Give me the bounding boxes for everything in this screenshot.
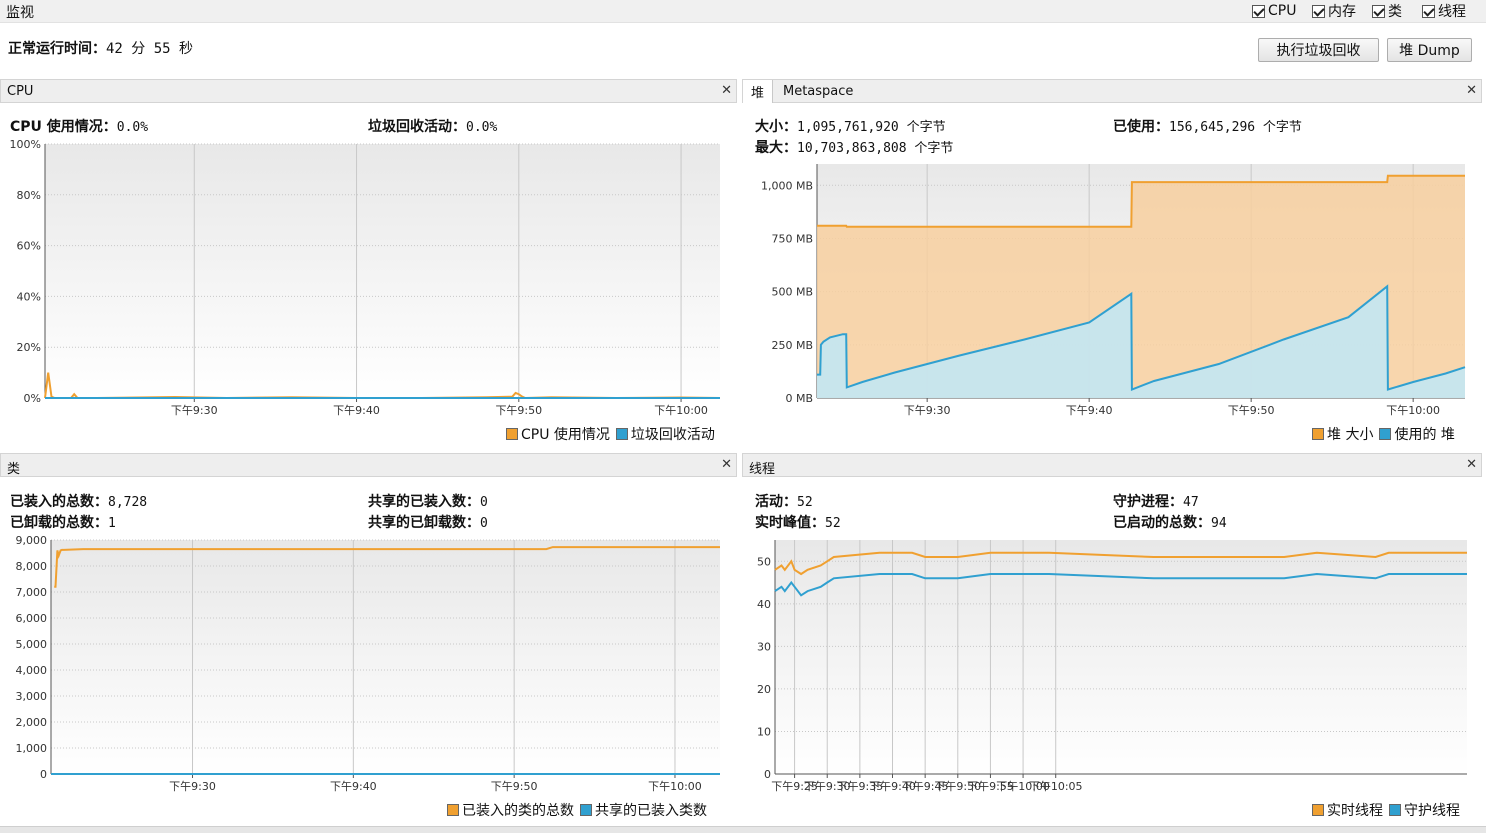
y-tick-label: 0: [40, 768, 47, 781]
cpu-chart: 0% 20% 40% 60% 80% 100% 下午9:30 下午9:40 下午9:50 下午10…: [10, 140, 721, 417]
threads-live-stat: 活动：52: [755, 494, 813, 510]
checkbox-check-icon: [1372, 4, 1385, 18]
y-tick-label: 8,000: [16, 560, 48, 573]
x-tick-label: 下午9:40: [1066, 404, 1113, 417]
classes-chart: 0 1,000 2,000 3,000 4,000 5,000 6,000 7,000 8,00…: [16, 534, 720, 793]
close-icon[interactable]: ✕: [721, 83, 732, 98]
plot-area: [51, 540, 720, 774]
x-tick-label: 下午9:30: [904, 404, 951, 417]
x-tick-label: 下午9:40: [333, 404, 380, 417]
uptime-display: 正常运行时间：42 分 55 秒: [8, 41, 194, 57]
legend-swatch-orange: [447, 804, 459, 816]
y-tick-label: 3,000: [16, 690, 48, 703]
y-tick-label: 6,000: [16, 612, 48, 625]
y-tick-label: 250 MB: [771, 339, 813, 352]
legend-swatch-blue: [615, 428, 628, 440]
checkbox-memory[interactable]: 内存: [1312, 1, 1356, 21]
heap-chart: 0 MB 250 MB 500 MB 750 MB 1,000 MB 下午9:30 下午9:…: [761, 164, 1466, 417]
classes-loaded-stat: 已装入的总数：8,728: [10, 494, 148, 510]
x-tick-label: 下午10:00: [654, 404, 708, 417]
memory-legend: 堆 大小 使用的 堆: [1306, 424, 1455, 444]
plot-area: [775, 540, 1467, 774]
classes-unloaded-stat: 已卸载的总数：1: [10, 515, 116, 531]
heap-used-stat: 已使用：156,645,296 个字节: [1113, 119, 1302, 135]
y-tick-label: 80%: [17, 189, 41, 202]
shared-unloaded-stat: 共享的已卸载数：0: [368, 515, 488, 531]
y-tick-label: 500 MB: [771, 286, 813, 299]
y-tick-label: 10: [757, 725, 771, 738]
monitor-title-bar: 监视 CPU 内存 类 线程: [0, 0, 1486, 23]
threads-legend: 实时线程 守护线程: [1306, 800, 1460, 820]
legend-swatch-blue: [1389, 804, 1401, 816]
cpu-usage-stat: CPU 使用情况：0.0%: [10, 119, 149, 135]
threads-daemon-stat: 守护进程：47: [1113, 494, 1199, 510]
checkbox-check-icon: [1422, 4, 1435, 18]
y-tick-label: 4,000: [16, 664, 48, 677]
close-icon[interactable]: ✕: [721, 457, 732, 472]
cpu-panel-title: CPU: [7, 84, 34, 99]
y-tick-label: 0 MB: [785, 392, 813, 405]
plot-area: [45, 144, 720, 398]
y-tick-label: 7,000: [16, 586, 48, 599]
close-icon[interactable]: ✕: [1466, 83, 1477, 98]
tab-metaspace[interactable]: Metaspace: [775, 80, 861, 103]
y-tick-label: 20: [757, 683, 771, 696]
memory-panel-header: 堆 Metaspace ✕: [742, 79, 1482, 103]
legend-swatch-orange: [506, 428, 518, 440]
y-tick-label: 2,000: [16, 716, 48, 729]
checkbox-threads[interactable]: 线程: [1422, 1, 1466, 21]
y-tick-label: 1,000 MB: [761, 179, 813, 192]
x-tick-label: 下午9:30: [169, 780, 216, 793]
y-tick-label: 60%: [17, 240, 41, 253]
close-icon[interactable]: ✕: [1466, 457, 1477, 472]
x-tick-label: 下午9:30: [171, 404, 218, 417]
y-tick-label: 40: [757, 598, 771, 611]
threads-panel-header: 线程 ✕: [742, 453, 1482, 477]
perform-gc-button[interactable]: 执行垃圾回收: [1258, 38, 1379, 62]
legend-swatch-orange: [1312, 428, 1324, 440]
cpu-panel-header: CPU ✕: [0, 79, 737, 103]
y-tick-label: 40%: [17, 290, 41, 303]
y-tick-label: 0%: [24, 392, 41, 405]
gc-activity-stat: 垃圾回收活动：0.0%: [368, 119, 498, 135]
cpu-legend: CPU 使用情况 垃圾回收活动: [500, 424, 715, 444]
heap-dump-button[interactable]: 堆 Dump: [1387, 38, 1472, 62]
classes-legend: 已装入的类的总数 共享的已装入类数: [441, 800, 707, 820]
legend-swatch-blue: [580, 804, 592, 816]
x-tick-label: 下午9:50: [491, 780, 538, 793]
threads-chart: 01020304050下午9:25下午9:30下午9:35下午9:40下午9:4…: [757, 540, 1467, 793]
classes-panel-header: 类 ✕: [0, 453, 737, 477]
heap-size-stat: 大小：1,095,761,920 个字节: [755, 119, 946, 135]
y-tick-label: 100%: [10, 140, 41, 151]
classes-panel-title: 类: [7, 462, 21, 477]
y-tick-label: 9,000: [16, 534, 48, 547]
x-tick-label: 下午10:05: [1029, 780, 1083, 793]
checkbox-cpu[interactable]: CPU: [1252, 1, 1296, 21]
legend-swatch-orange: [1312, 804, 1324, 816]
y-tick-label: 30: [757, 640, 771, 653]
y-tick-label: 0: [764, 768, 771, 781]
y-tick-label: 50: [757, 555, 771, 568]
x-tick-label: 下午10:00: [648, 780, 702, 793]
y-tick-label: 5,000: [16, 638, 48, 651]
y-tick-label: 1,000: [16, 742, 48, 755]
threads-panel-title: 线程: [749, 462, 776, 477]
y-tick-label: 750 MB: [771, 232, 813, 245]
x-tick-label: 下午9:40: [330, 780, 377, 793]
threads-peak-stat: 实时峰值：52: [755, 515, 841, 531]
heap-max-stat: 最大：10,703,863,808 个字节: [755, 140, 954, 156]
y-tick-label: 20%: [17, 341, 41, 354]
window-title: 监视: [6, 5, 34, 21]
x-tick-label: 下午9:50: [495, 404, 542, 417]
shared-loaded-stat: 共享的已装入数：0: [368, 494, 488, 510]
legend-swatch-blue: [1379, 428, 1392, 440]
threads-started-stat: 已启动的总数：94: [1113, 515, 1227, 531]
tab-heap[interactable]: 堆: [743, 80, 774, 103]
checkbox-check-icon: [1252, 4, 1265, 18]
checkbox-classes[interactable]: 类: [1372, 1, 1402, 21]
x-tick-label: 下午9:50: [1228, 404, 1275, 417]
x-tick-label: 下午10:00: [1386, 404, 1440, 417]
checkbox-check-icon: [1312, 4, 1325, 18]
